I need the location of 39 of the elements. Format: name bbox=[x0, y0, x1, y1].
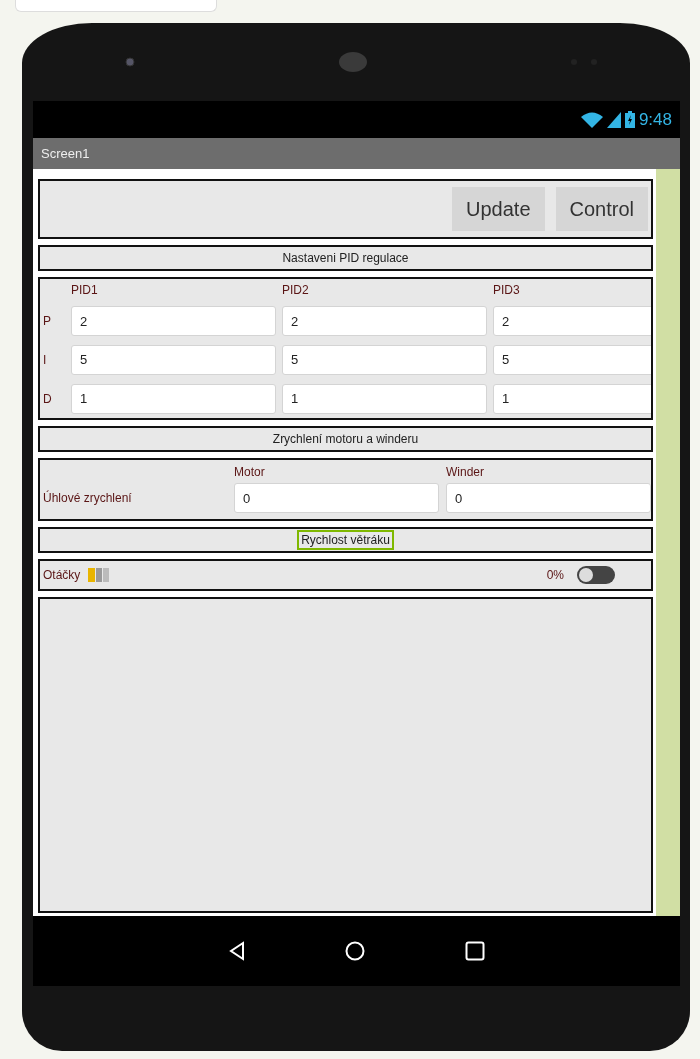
camera-icon bbox=[125, 57, 135, 67]
input-field[interactable]: 5 bbox=[282, 344, 487, 375]
input-field[interactable]: 0 bbox=[446, 483, 651, 513]
row-label: Úhlové zrychlení bbox=[43, 491, 133, 505]
column-label: Motor bbox=[234, 465, 266, 479]
section-heading: Zrychlení motoru a winderu bbox=[271, 431, 420, 448]
signal-icon bbox=[606, 111, 621, 128]
column-label: Winder bbox=[446, 465, 485, 479]
input-field[interactable]: 5 bbox=[493, 344, 651, 375]
back-icon[interactable] bbox=[228, 941, 245, 961]
row-label: D bbox=[43, 391, 53, 406]
battery-icon bbox=[624, 111, 635, 128]
section-heading[interactable]: Rychlost větráku bbox=[297, 530, 394, 550]
input-field[interactable]: 2 bbox=[282, 306, 487, 337]
input-field[interactable]: 2 bbox=[493, 306, 651, 337]
speed-label: Otáčky bbox=[43, 568, 81, 582]
app-button[interactable]: Update bbox=[452, 187, 545, 231]
input-field[interactable]: 1 bbox=[493, 383, 651, 414]
input-field[interactable]: 1 bbox=[282, 383, 487, 414]
speaker-icon bbox=[337, 51, 368, 73]
recents-icon[interactable] bbox=[464, 941, 485, 961]
row-label: I bbox=[43, 352, 48, 367]
app-button[interactable]: Control bbox=[555, 187, 648, 231]
section-heading: Nastaveni PID regulace bbox=[281, 250, 410, 267]
column-label: PID2 bbox=[282, 283, 310, 298]
wifi-icon bbox=[580, 111, 603, 128]
percent-label: 0% bbox=[546, 568, 564, 582]
column-label: PID3 bbox=[493, 283, 521, 298]
input-field[interactable]: 0 bbox=[234, 483, 439, 513]
input-field[interactable]: 2 bbox=[71, 306, 276, 337]
toggle-switch[interactable] bbox=[577, 566, 615, 584]
row-label: P bbox=[43, 314, 52, 329]
status-time: 9:48 bbox=[638, 109, 672, 130]
home-icon[interactable] bbox=[344, 941, 365, 961]
input-field[interactable]: 5 bbox=[71, 344, 276, 375]
screen-title: Screen1 bbox=[41, 146, 90, 161]
input-field[interactable]: 1 bbox=[71, 383, 276, 414]
column-label: PID1 bbox=[71, 283, 99, 298]
image-icon bbox=[88, 567, 111, 583]
